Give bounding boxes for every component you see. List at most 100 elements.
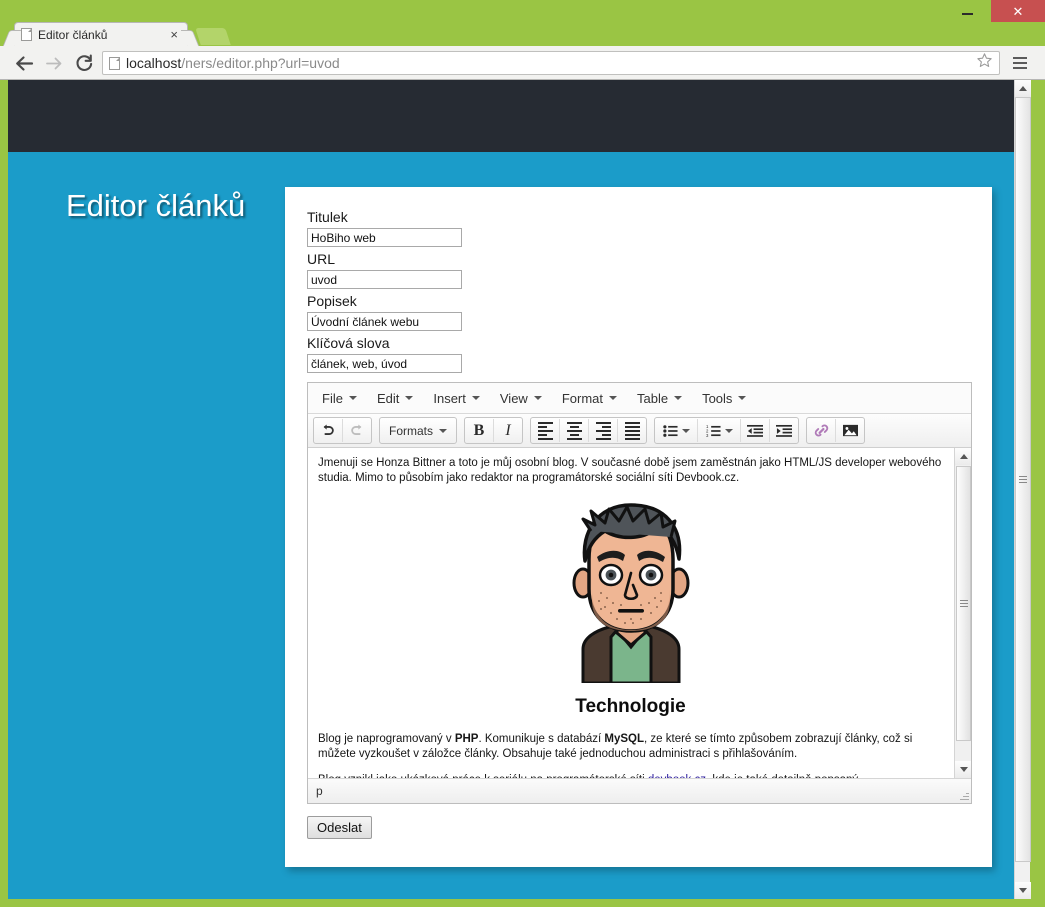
italic-button[interactable]: I: [494, 419, 522, 442]
page-scroll-down-button[interactable]: [1015, 882, 1031, 899]
minimize-icon: [962, 13, 973, 15]
menu-icon-line: [1013, 62, 1027, 64]
page-title: Editor článků: [66, 188, 245, 224]
site-body: Editor článků Titulek URL Popisek Klíčov…: [8, 152, 1015, 899]
chevron-down-icon: [960, 767, 968, 772]
toolbar-group-align: [530, 417, 647, 444]
chevron-down-icon: [674, 396, 682, 400]
undo-icon: [320, 423, 336, 438]
indent-icon: [776, 424, 792, 438]
chevron-up-icon: [960, 454, 968, 459]
editor-content-area[interactable]: Jmenuji se Honza Bittner a toto je můj o…: [308, 448, 971, 778]
chevron-down-icon: [439, 429, 447, 433]
address-bar[interactable]: localhost/ners/editor.php?url=uvod: [102, 51, 1000, 75]
editor-element-path[interactable]: p: [316, 784, 323, 798]
address-bar-url: localhost/ners/editor.php?url=uvod: [126, 55, 340, 71]
align-justify-button[interactable]: [618, 419, 646, 442]
bullet-list-button[interactable]: [655, 419, 698, 442]
editor-statusbar: p: [308, 778, 971, 803]
menu-table[interactable]: Table: [627, 387, 692, 410]
redo-button[interactable]: [343, 419, 371, 442]
menu-file[interactable]: File: [312, 387, 367, 410]
align-right-icon: [596, 422, 611, 440]
forward-button[interactable]: [40, 50, 68, 76]
outdent-icon: [747, 424, 763, 438]
bookmark-star-icon[interactable]: [976, 52, 995, 74]
numbered-list-button[interactable]: 1 2 3: [698, 419, 741, 442]
toolbar-group-style: B I: [464, 417, 523, 444]
page-info-icon: [109, 57, 120, 70]
page-viewport: Editor článků Titulek URL Popisek Klíčov…: [8, 80, 1030, 899]
browser-menu-button[interactable]: [1009, 52, 1031, 74]
chevron-down-icon: [738, 396, 746, 400]
toolbar-group-lists: 1 2 3: [654, 417, 799, 444]
align-center-button[interactable]: [560, 419, 589, 442]
reload-icon: [75, 54, 94, 73]
indent-button[interactable]: [770, 419, 798, 442]
formats-dropdown[interactable]: Formats: [380, 419, 456, 442]
chevron-down-icon: [609, 396, 617, 400]
menu-view-label: View: [500, 391, 528, 406]
align-left-button[interactable]: [531, 419, 560, 442]
menu-view[interactable]: View: [490, 387, 552, 410]
input-klicova-slova[interactable]: [307, 354, 462, 373]
menu-format[interactable]: Format: [552, 387, 627, 410]
back-button[interactable]: [10, 50, 38, 76]
page-scroll-up-button[interactable]: [1015, 80, 1031, 97]
chevron-down-icon: [682, 429, 690, 433]
page-scroll-thumb[interactable]: [1015, 97, 1031, 862]
address-path: /ners/editor.php?url=uvod: [181, 55, 339, 71]
avatar-illustration-icon: [561, 497, 701, 683]
input-titulek[interactable]: [307, 228, 462, 247]
editor-scrollbar[interactable]: [954, 448, 971, 778]
chevron-down-icon: [534, 396, 542, 400]
reload-button[interactable]: [70, 50, 98, 76]
editor-resize-handle[interactable]: [959, 791, 969, 801]
toolbar-group-formats: Formats: [379, 417, 457, 444]
editor-scroll-thumb[interactable]: [956, 466, 971, 741]
align-right-button[interactable]: [589, 419, 618, 442]
back-arrow-icon: [15, 55, 34, 72]
input-url[interactable]: [307, 270, 462, 289]
editor-document[interactable]: Jmenuji se Honza Bittner a toto je můj o…: [308, 448, 953, 778]
bold-button[interactable]: B: [465, 419, 494, 442]
align-center-icon: [567, 422, 582, 440]
tech-php: PHP: [455, 733, 479, 745]
toolbar-group-history: [313, 417, 372, 444]
avatar-image-block[interactable]: [318, 497, 943, 688]
link-icon: [813, 423, 830, 438]
menu-edit-label: Edit: [377, 391, 399, 406]
chevron-down-icon: [472, 396, 480, 400]
input-popisek[interactable]: [307, 312, 462, 331]
editor-scroll-up-button[interactable]: [955, 448, 971, 465]
bullet-list-icon: [663, 424, 678, 438]
browser-window: ✕ Editor článků ×: [0, 0, 1045, 907]
numbered-list-icon: 1 2 3: [706, 424, 721, 438]
chevron-down-icon: [405, 396, 413, 400]
tab-close-icon[interactable]: ×: [167, 28, 181, 41]
new-tab-button[interactable]: [195, 28, 231, 45]
insert-image-button[interactable]: [836, 419, 864, 442]
submit-button[interactable]: Odeslat: [307, 816, 372, 839]
menu-insert[interactable]: Insert: [423, 387, 490, 410]
menu-tools[interactable]: Tools: [692, 387, 756, 410]
minimize-button[interactable]: [952, 0, 983, 22]
svg-text:3: 3: [706, 433, 709, 438]
chevron-down-icon: [349, 396, 357, 400]
outdent-button[interactable]: [741, 419, 770, 442]
page-scrollbar[interactable]: [1014, 80, 1030, 899]
image-icon: [842, 423, 859, 438]
label-popisek: Popisek: [307, 293, 972, 310]
toolbar-group-insert: [806, 417, 865, 444]
menu-table-label: Table: [637, 391, 668, 406]
chevron-down-icon: [1019, 888, 1027, 893]
menu-edit[interactable]: Edit: [367, 387, 423, 410]
browser-tab[interactable]: Editor článků ×: [14, 22, 188, 46]
link-button[interactable]: [807, 419, 836, 442]
close-button[interactable]: ✕: [991, 0, 1045, 22]
undo-button[interactable]: [314, 419, 343, 442]
label-url: URL: [307, 251, 972, 268]
editor-scroll-down-button[interactable]: [955, 761, 971, 778]
align-left-icon: [538, 422, 553, 440]
tech-text-a: Blog je naprogramovaný v: [318, 733, 455, 745]
